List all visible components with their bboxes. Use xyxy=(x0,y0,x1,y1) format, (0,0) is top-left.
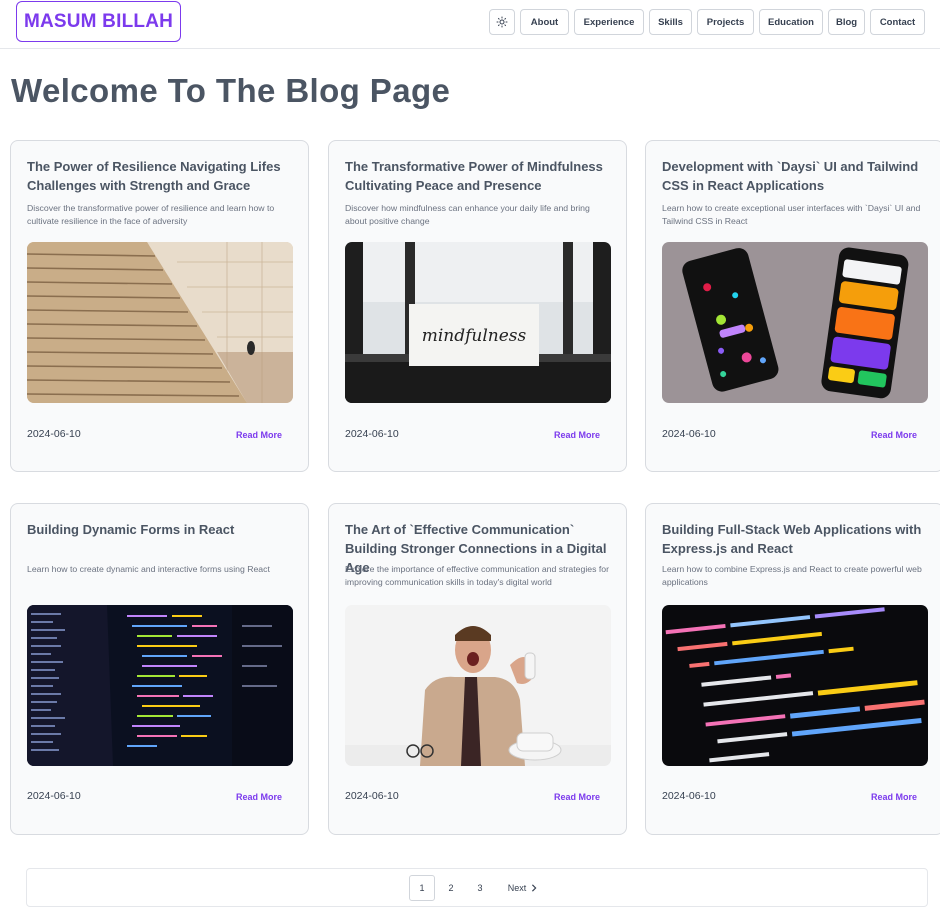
nav-about[interactable]: About xyxy=(520,9,569,35)
read-more-link[interactable]: Read More xyxy=(554,430,600,440)
blog-card: The Transformative Power of Mindfulness … xyxy=(328,140,627,472)
blog-card: Building Full-Stack Web Applications wit… xyxy=(645,503,940,835)
read-more-link[interactable]: Read More xyxy=(236,792,282,802)
card-description: Discover how mindfulness can enhance you… xyxy=(345,203,590,226)
read-more-link[interactable]: Read More xyxy=(871,792,917,802)
page-button-1[interactable]: 1 xyxy=(409,875,435,901)
page-button-3[interactable]: 3 xyxy=(473,875,487,901)
sun-icon xyxy=(496,16,508,28)
nav-contact[interactable]: Contact xyxy=(870,9,925,35)
theme-toggle-button[interactable] xyxy=(489,9,515,35)
next-page-button[interactable]: Next xyxy=(505,875,541,901)
chevron-right-icon xyxy=(532,884,537,892)
card-date: 2024-06-10 xyxy=(662,790,716,802)
blog-card: The Power of Resilience Navigating Lifes… xyxy=(10,140,309,472)
card-title[interactable]: Building Dynamic Forms in React xyxy=(27,520,297,539)
card-title[interactable]: The Transformative Power of Mindfulness … xyxy=(345,157,615,195)
card-description: Discover the transformative power of res… xyxy=(27,203,275,226)
pagination: 1 2 3 Next xyxy=(26,868,928,907)
page-title: Welcome To The Blog Page xyxy=(11,72,451,109)
card-date: 2024-06-10 xyxy=(27,790,81,802)
main-nav: About Experience Skills Projects Educati… xyxy=(489,9,925,35)
card-description: Learn how to create exceptional user int… xyxy=(662,203,921,226)
code-editor-image xyxy=(27,605,293,766)
nav-projects[interactable]: Projects xyxy=(697,9,754,35)
card-description: Explore the importance of effective comm… xyxy=(345,564,609,587)
nav-blog[interactable]: Blog xyxy=(828,9,865,35)
read-more-link[interactable]: Read More xyxy=(236,430,282,440)
card-title[interactable]: Development with `Daysi` UI and Tailwind… xyxy=(662,157,932,195)
read-more-link[interactable]: Read More xyxy=(554,792,600,802)
nav-education[interactable]: Education xyxy=(759,9,823,35)
card-date: 2024-06-10 xyxy=(345,790,399,802)
read-more-link[interactable]: Read More xyxy=(871,430,917,440)
nav-skills[interactable]: Skills xyxy=(649,9,692,35)
card-title[interactable]: The Power of Resilience Navigating Lifes… xyxy=(27,157,297,195)
mindfulness-sign-text: mindfulness xyxy=(422,326,527,346)
blog-card: The Art of `Effective Communication` Bui… xyxy=(328,503,627,835)
code-closeup-image xyxy=(662,605,928,766)
phones-image xyxy=(662,242,928,403)
card-date: 2024-06-10 xyxy=(27,428,81,440)
logo[interactable]: MASUM BILLAH xyxy=(16,1,181,42)
card-date: 2024-06-10 xyxy=(662,428,716,440)
card-description: Learn how to combine Express.js and Reac… xyxy=(662,564,922,587)
site-header: MASUM BILLAH About Experience Skills Pro… xyxy=(0,0,940,49)
nav-experience[interactable]: Experience xyxy=(574,9,644,35)
card-title[interactable]: Building Full-Stack Web Applications wit… xyxy=(662,520,932,558)
blog-card: Building Dynamic Forms in React Learn ho… xyxy=(10,503,309,835)
stairs-image xyxy=(27,242,293,403)
mindfulness-image: mindfulness xyxy=(345,242,611,403)
next-label: Next xyxy=(507,883,527,893)
man-phone-image xyxy=(345,605,611,766)
card-description: Learn how to create dynamic and interact… xyxy=(27,564,270,574)
blog-card: Development with `Daysi` UI and Tailwind… xyxy=(645,140,940,472)
page-button-2[interactable]: 2 xyxy=(444,875,458,901)
card-date: 2024-06-10 xyxy=(345,428,399,440)
